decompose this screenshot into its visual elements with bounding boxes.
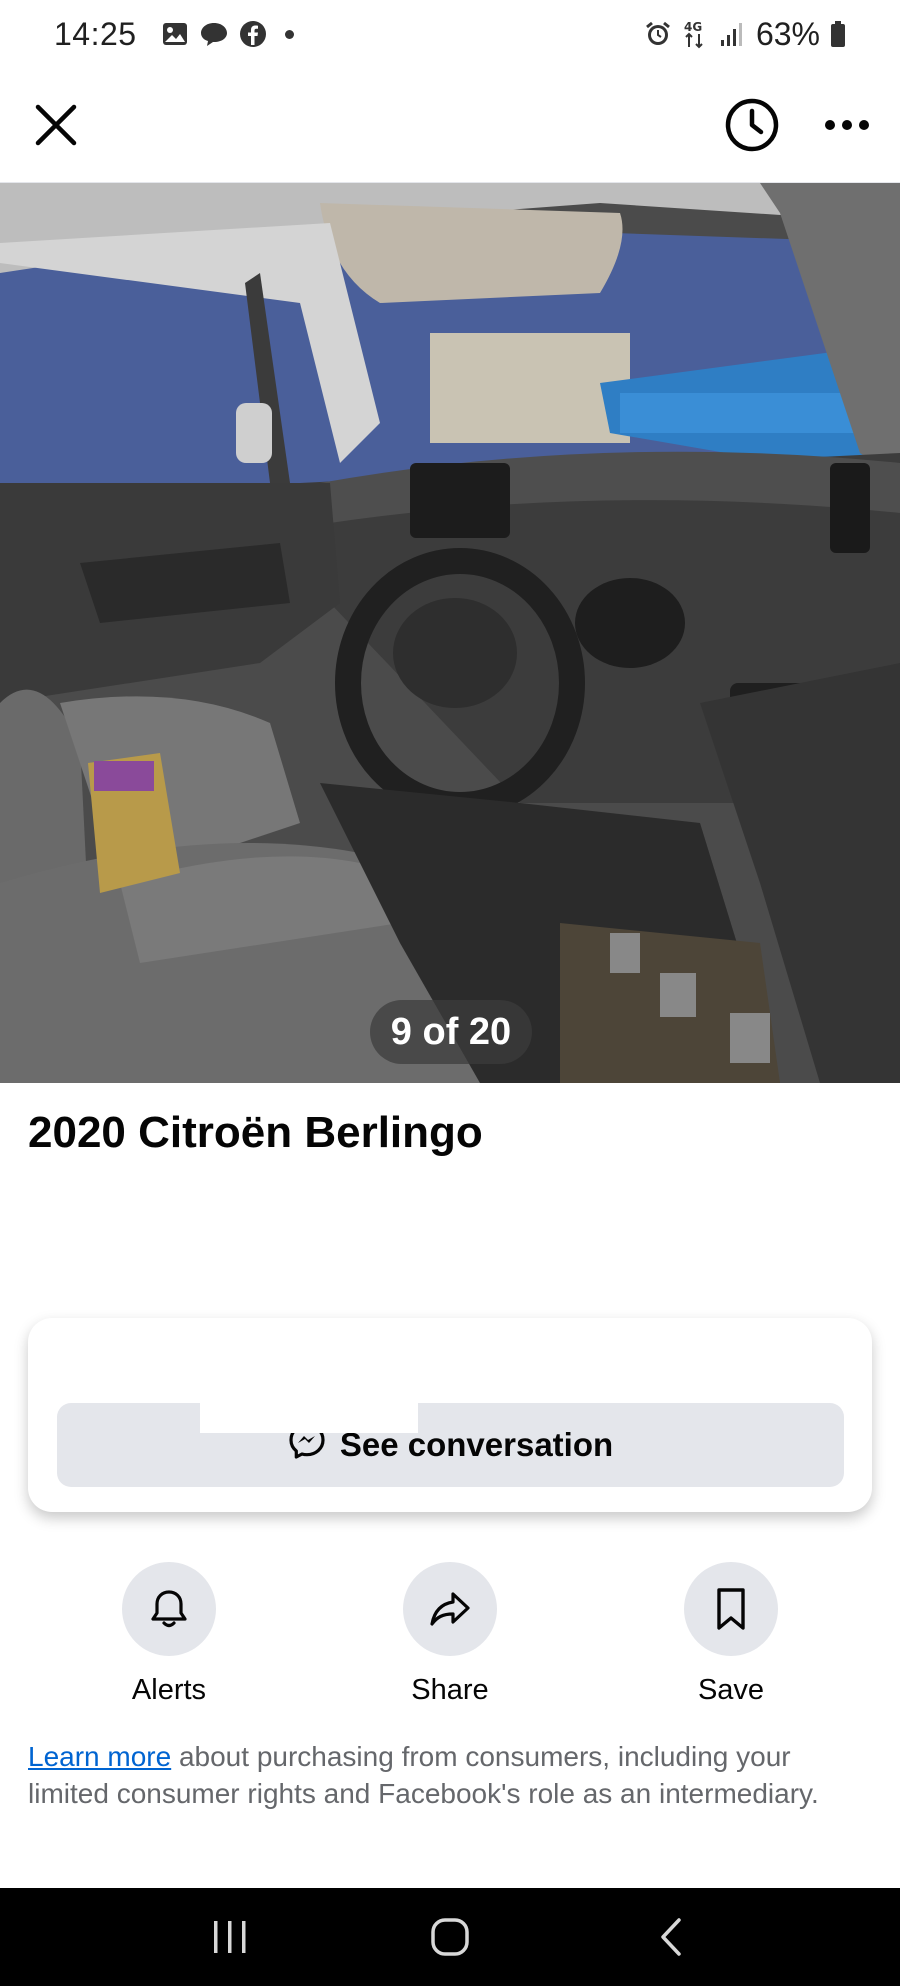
messages-icon [199, 20, 229, 48]
redacted-area [200, 1395, 418, 1433]
status-left: 14:25 [54, 16, 294, 53]
alarm-icon [644, 20, 672, 48]
alerts-button[interactable]: Alerts [69, 1562, 269, 1707]
facebook-icon [239, 20, 267, 48]
share-icon [403, 1562, 497, 1656]
home-icon[interactable] [390, 1888, 510, 1986]
close-icon[interactable] [34, 103, 78, 147]
top-bar-actions [724, 97, 870, 153]
car-interior-image [0, 183, 900, 1083]
share-button[interactable]: Share [350, 1562, 550, 1707]
listing-photo[interactable] [0, 183, 900, 1083]
recent-apps-icon[interactable] [170, 1888, 290, 1986]
conversation-card: See conversation [28, 1318, 872, 1512]
clock-icon[interactable] [724, 97, 780, 153]
save-label: Save [697, 1674, 765, 1706]
see-conversation-button[interactable]: See conversation [57, 1403, 844, 1487]
bookmark-icon [684, 1562, 778, 1656]
4g-icon: 4G [682, 19, 708, 49]
gallery-icon [161, 20, 189, 48]
more-icon[interactable] [824, 119, 870, 131]
status-right: 4G 63% [644, 16, 846, 53]
save-button[interactable]: Save [631, 1562, 831, 1707]
system-nav-bar [0, 1888, 900, 1986]
share-label: Share [411, 1674, 489, 1706]
top-bar [0, 68, 900, 183]
battery-icon [830, 20, 846, 48]
back-icon[interactable] [610, 1888, 730, 1986]
alerts-label: Alerts [131, 1674, 207, 1706]
learn-more-link[interactable]: Learn more [28, 1741, 171, 1772]
signal-icon [718, 20, 746, 48]
consumer-rights-disclaimer: Learn more about purchasing from consume… [28, 1738, 848, 1812]
bell-icon [122, 1562, 216, 1656]
battery-text: 63% [755, 15, 820, 52]
status-bar: 14:25 4G 63% [0, 0, 900, 68]
photo-counter: 9 of 20 [370, 1000, 532, 1064]
action-row: Alerts Share Save [0, 1562, 900, 1712]
status-time: 14:25 [54, 15, 137, 52]
notification-dot [284, 29, 294, 39]
svg-text:4G: 4G [684, 20, 702, 34]
listing-title: 2020 Citroën Berlingo [28, 1108, 483, 1157]
